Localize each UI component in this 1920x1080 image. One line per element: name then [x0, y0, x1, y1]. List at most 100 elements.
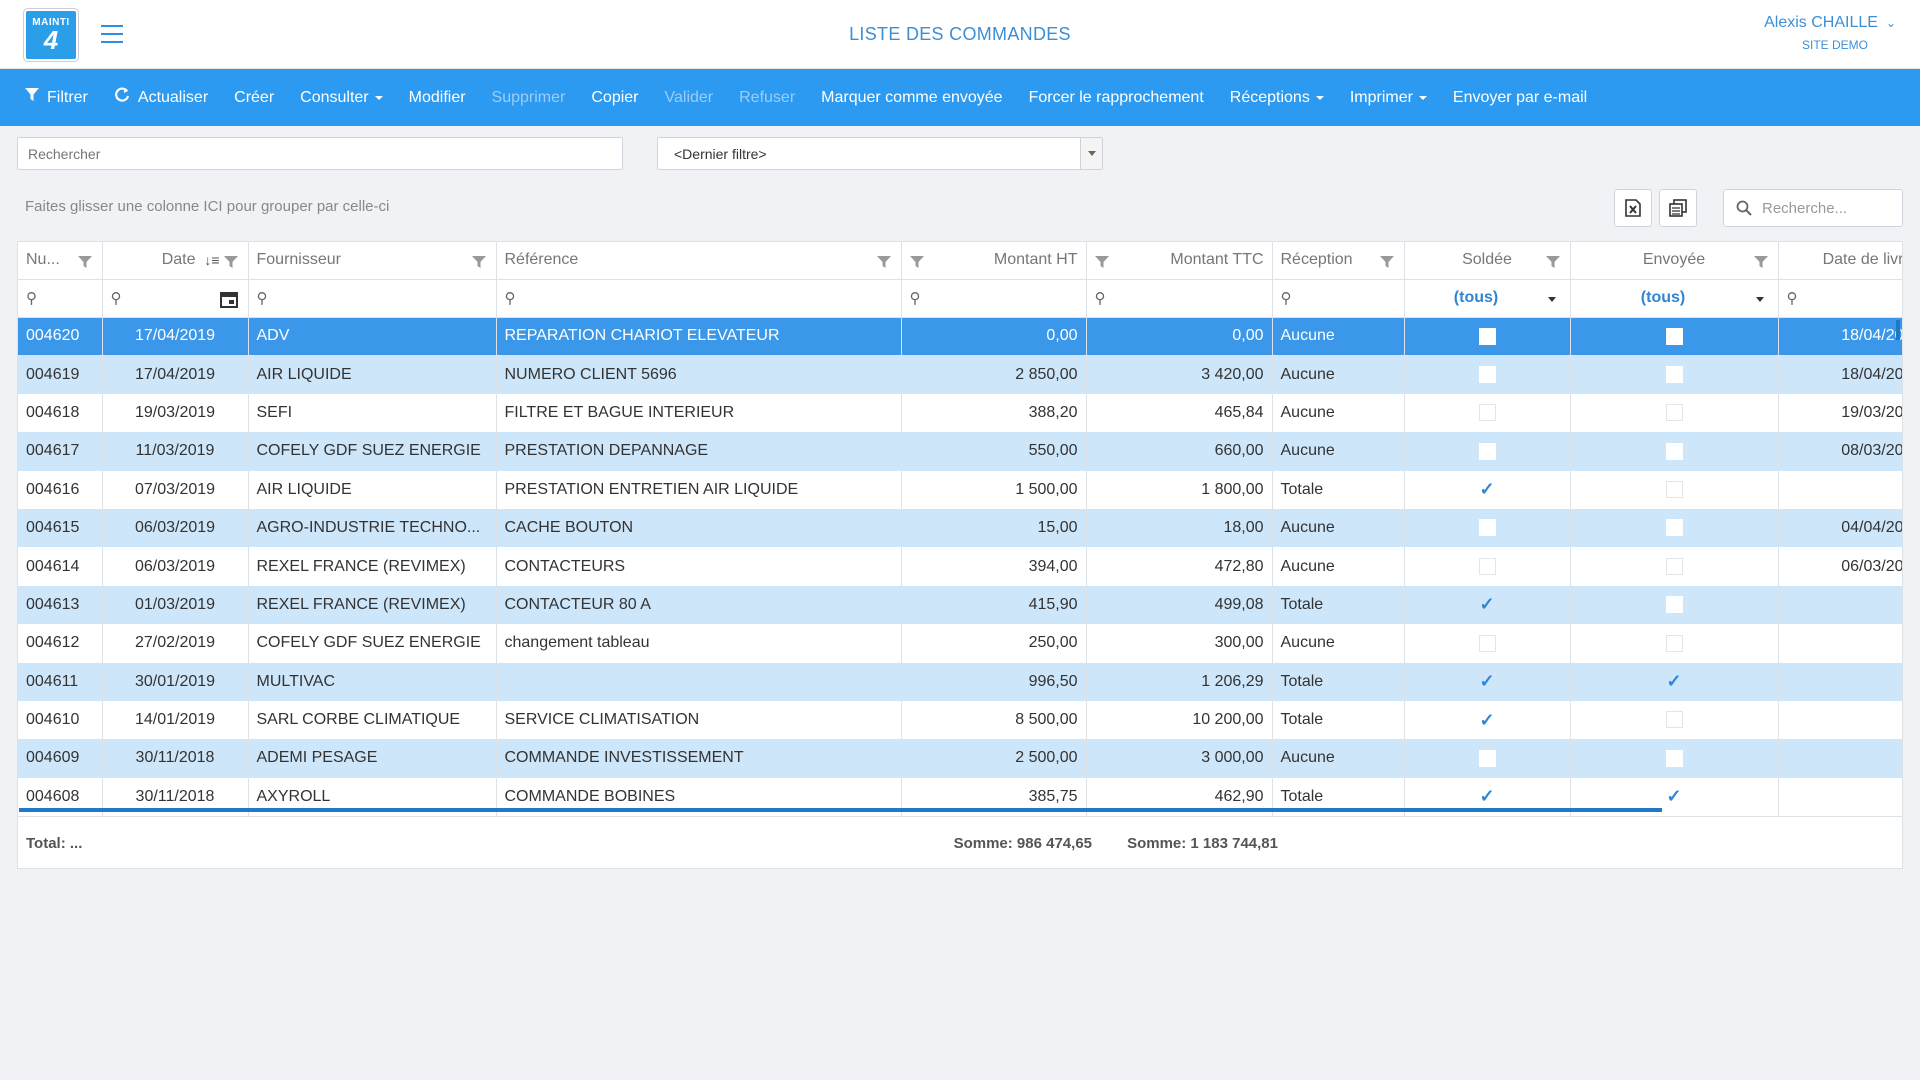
user-name[interactable]: Alexis CHAILLE	[1764, 14, 1878, 31]
refresh-button[interactable]: Actualiser	[101, 87, 221, 108]
filter-funnel-icon[interactable]	[1753, 253, 1768, 271]
checkbox-empty[interactable]	[1478, 442, 1496, 460]
receptions-dropdown[interactable]: Réceptions	[1217, 89, 1337, 107]
mark-sent-button[interactable]: Marquer comme envoyée	[808, 89, 1015, 107]
table-row[interactable]: 004612 27/02/2019 COFELY GDF SUEZ ENERGIE c…	[18, 624, 1902, 663]
horizontal-scrollbar[interactable]	[19, 808, 1662, 812]
checkbox-empty[interactable]	[1665, 481, 1683, 499]
search-icon	[1736, 200, 1752, 220]
table-row[interactable]: 004609 30/11/2018 ADEMI PESAGE COMMANDE INV…	[18, 739, 1902, 778]
filter-funnel-icon[interactable]	[471, 253, 486, 271]
filter-cell-reference[interactable]: ⚲	[496, 279, 902, 318]
table-row[interactable]: 004620 17/04/2019 ADV REPARATION CHARIOT EL…	[18, 317, 1902, 356]
user-menu[interactable]: Alexis CHAILLE ⌄ SITE DEMO	[1764, 14, 1896, 52]
checkbox-empty[interactable]	[1665, 519, 1683, 537]
checkmark-icon[interactable]: ✓	[1666, 786, 1681, 806]
vertical-scrollbar[interactable]	[1896, 320, 1900, 340]
col-header-amount-ttc[interactable]: Montant TTC	[1086, 242, 1273, 280]
delete-button[interactable]: Supprimer	[479, 89, 579, 107]
filter-funnel-icon[interactable]	[223, 253, 238, 271]
filter-cell-amount-ht[interactable]: ⚲	[901, 279, 1087, 318]
checkbox-empty[interactable]	[1665, 749, 1683, 767]
checkbox-empty[interactable]	[1665, 327, 1683, 345]
filter-funnel-icon[interactable]	[1545, 253, 1560, 271]
col-header-num[interactable]: Nu...	[18, 242, 103, 280]
filter-cell-date[interactable]: ⚲	[102, 279, 249, 318]
filter-button[interactable]: Filtrer	[12, 88, 101, 107]
checkbox-empty[interactable]	[1665, 404, 1683, 422]
validate-button[interactable]: Valider	[652, 89, 727, 107]
table-row[interactable]: 004611 30/01/2019 MULTIVAC 996,50 1 206,29 To…	[18, 662, 1902, 701]
checkmark-icon[interactable]: ✓	[1479, 594, 1494, 614]
table-row[interactable]: 004617 11/03/2019 COFELY GDF SUEZ ENERGIE P…	[18, 432, 1902, 471]
table-row[interactable]: 004615 06/03/2019 AGRO-INDUSTRIE TECHNO...…	[18, 508, 1902, 548]
col-header-sent[interactable]: Envoyée	[1570, 242, 1779, 280]
checkbox-empty[interactable]	[1665, 634, 1683, 652]
checkmark-icon[interactable]: ✓	[1479, 479, 1494, 499]
filter-cell-num[interactable]: ⚲	[18, 279, 103, 318]
col-header-reference[interactable]: Référence	[496, 242, 902, 280]
funnel-icon	[25, 88, 39, 107]
app-logo[interactable]: MAINTI 4	[24, 9, 78, 61]
checkmark-icon[interactable]: ✓	[1666, 671, 1681, 691]
checkbox-empty[interactable]	[1478, 519, 1496, 537]
col-header-reception[interactable]: Réception	[1272, 242, 1405, 280]
col-header-amount-ht[interactable]: Montant HT	[901, 242, 1087, 280]
filter-funnel-icon[interactable]	[909, 253, 924, 271]
checkmark-icon[interactable]: ✓	[1479, 786, 1494, 806]
filter-cell-reception[interactable]: ⚲	[1272, 279, 1405, 318]
filter-funnel-icon[interactable]	[77, 253, 92, 271]
grid-search-input[interactable]: Recherche...	[1723, 189, 1903, 227]
column-chooser-button[interactable]	[1659, 189, 1697, 227]
table-row[interactable]: 004619 17/04/2019 AIR LIQUIDE NUMERO CLIENT…	[18, 355, 1902, 394]
dropdown-arrow-icon[interactable]	[1080, 138, 1102, 169]
filter-sent-select[interactable]: (tous)	[1570, 279, 1779, 318]
checkbox-empty[interactable]	[1478, 327, 1496, 345]
checkbox-empty[interactable]	[1665, 365, 1683, 383]
force-match-button[interactable]: Forcer le rapprochement	[1016, 89, 1217, 107]
checkbox-empty[interactable]	[1665, 557, 1683, 575]
checkmark-icon[interactable]: ✓	[1479, 710, 1494, 730]
table-row[interactable]: 004613 01/03/2019 REXEL FRANCE (REVIMEX) CO…	[18, 585, 1902, 625]
checkbox-empty[interactable]	[1665, 596, 1683, 614]
checkbox-empty[interactable]	[1478, 365, 1496, 383]
table-row[interactable]: 004618 19/03/2019 SEFI FILTRE ET BAGUE INTE…	[18, 393, 1902, 433]
saved-filter-select[interactable]: <Dernier filtre>	[657, 137, 1103, 170]
export-excel-button[interactable]	[1614, 189, 1652, 227]
hamburger-menu-icon[interactable]	[101, 25, 123, 43]
refuse-button[interactable]: Refuser	[726, 89, 808, 107]
table-row[interactable]: 004614 06/03/2019 REXEL FRANCE (REVIMEX) CO…	[18, 547, 1902, 586]
filter-cell-delivery[interactable]: ⚲	[1778, 279, 1902, 318]
table-row[interactable]: 004616 07/03/2019 AIR LIQUIDE PRESTATION EN…	[18, 470, 1902, 509]
copy-button[interactable]: Copier	[578, 89, 651, 107]
search-input[interactable]	[17, 137, 623, 170]
checkbox-empty[interactable]	[1478, 404, 1496, 422]
filter-funnel-icon[interactable]	[1379, 253, 1394, 271]
checkbox-empty[interactable]	[1665, 711, 1683, 729]
consult-dropdown[interactable]: Consulter	[287, 89, 395, 107]
calendar-icon[interactable]	[219, 290, 238, 312]
email-button[interactable]: Envoyer par e-mail	[1440, 89, 1600, 107]
modify-button[interactable]: Modifier	[396, 89, 479, 107]
checkbox-empty[interactable]	[1478, 557, 1496, 575]
search-icon: ⚲	[504, 290, 516, 307]
filter-cell-amount-ttc[interactable]: ⚲	[1086, 279, 1273, 318]
checkmark-icon[interactable]: ✓	[1479, 671, 1494, 691]
filter-funnel-icon[interactable]	[1094, 253, 1109, 271]
create-button[interactable]: Créer	[221, 89, 287, 107]
chevron-down-icon[interactable]: ⌄	[1886, 16, 1896, 30]
checkbox-empty[interactable]	[1478, 634, 1496, 652]
filter-settled-select[interactable]: (tous)	[1404, 279, 1571, 318]
checkbox-empty[interactable]	[1665, 442, 1683, 460]
col-header-delivery-date[interactable]: Date de livr	[1778, 242, 1902, 280]
sort-desc-icon[interactable]: ↓≡	[204, 252, 219, 268]
cell-amount-ttc: 499,08	[1086, 585, 1273, 625]
print-dropdown[interactable]: Imprimer	[1337, 89, 1440, 107]
col-header-settled[interactable]: Soldée	[1404, 242, 1571, 280]
col-header-date[interactable]: Date ↓≡	[102, 242, 249, 280]
filter-funnel-icon[interactable]	[876, 253, 891, 271]
checkbox-empty[interactable]	[1478, 749, 1496, 767]
filter-cell-supplier[interactable]: ⚲	[248, 279, 497, 318]
table-row[interactable]: 004610 14/01/2019 SARL CORBE CLIMATIQUE SER…	[18, 700, 1902, 740]
col-header-supplier[interactable]: Fournisseur	[248, 242, 497, 280]
